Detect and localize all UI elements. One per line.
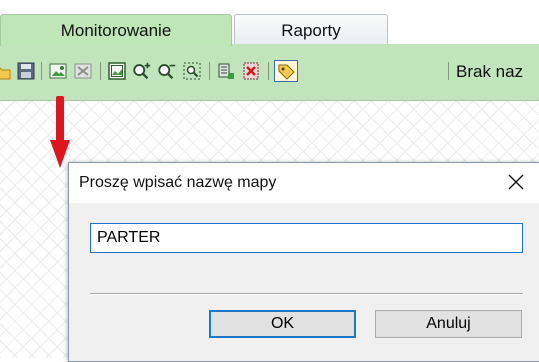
- delete-map-icon[interactable]: [73, 60, 93, 82]
- zoom-out-icon[interactable]: [157, 60, 177, 82]
- cancel-button[interactable]: Anuluj: [375, 310, 522, 338]
- toolbar: Brak naz: [0, 44, 539, 101]
- toolbar-separator: [209, 62, 210, 80]
- tag-icon[interactable]: [274, 60, 298, 82]
- tab-monitorowanie[interactable]: Monitorowanie: [0, 14, 232, 46]
- open-icon[interactable]: [0, 60, 12, 82]
- ok-button[interactable]: OK: [209, 310, 356, 338]
- dialog-title: Proszę wpisać nazwę mapy: [79, 174, 277, 191]
- add-map-icon[interactable]: [48, 60, 68, 82]
- toolbar-separator: [268, 62, 269, 80]
- dialog-divider: [90, 293, 523, 295]
- zoom-fit-icon[interactable]: [182, 60, 202, 82]
- toolbar-separator: [100, 62, 101, 80]
- image-icon[interactable]: [107, 60, 127, 82]
- dialog-titlebar[interactable]: Proszę wpisać nazwę mapy: [69, 163, 539, 203]
- tab-raporty[interactable]: Raporty: [234, 14, 388, 46]
- tab-strip: Monitorowanie Raporty: [0, 0, 539, 46]
- toolbar-separator: [448, 62, 449, 80]
- close-icon[interactable]: [504, 170, 528, 194]
- toolbar-separator: [41, 62, 42, 80]
- remove-device-icon[interactable]: [241, 60, 261, 82]
- map-name-label: Brak naz: [456, 62, 524, 81]
- add-device-icon[interactable]: [216, 60, 236, 82]
- map-name-dialog: Proszę wpisać nazwę mapy OK Anuluj: [68, 162, 539, 362]
- tab-label: Monitorowanie: [60, 21, 172, 40]
- save-icon[interactable]: [16, 60, 36, 82]
- red-arrow-annotation: [50, 96, 70, 175]
- tab-label: Raporty: [281, 21, 341, 40]
- map-name-input[interactable]: [90, 223, 523, 253]
- zoom-in-icon[interactable]: [132, 60, 152, 82]
